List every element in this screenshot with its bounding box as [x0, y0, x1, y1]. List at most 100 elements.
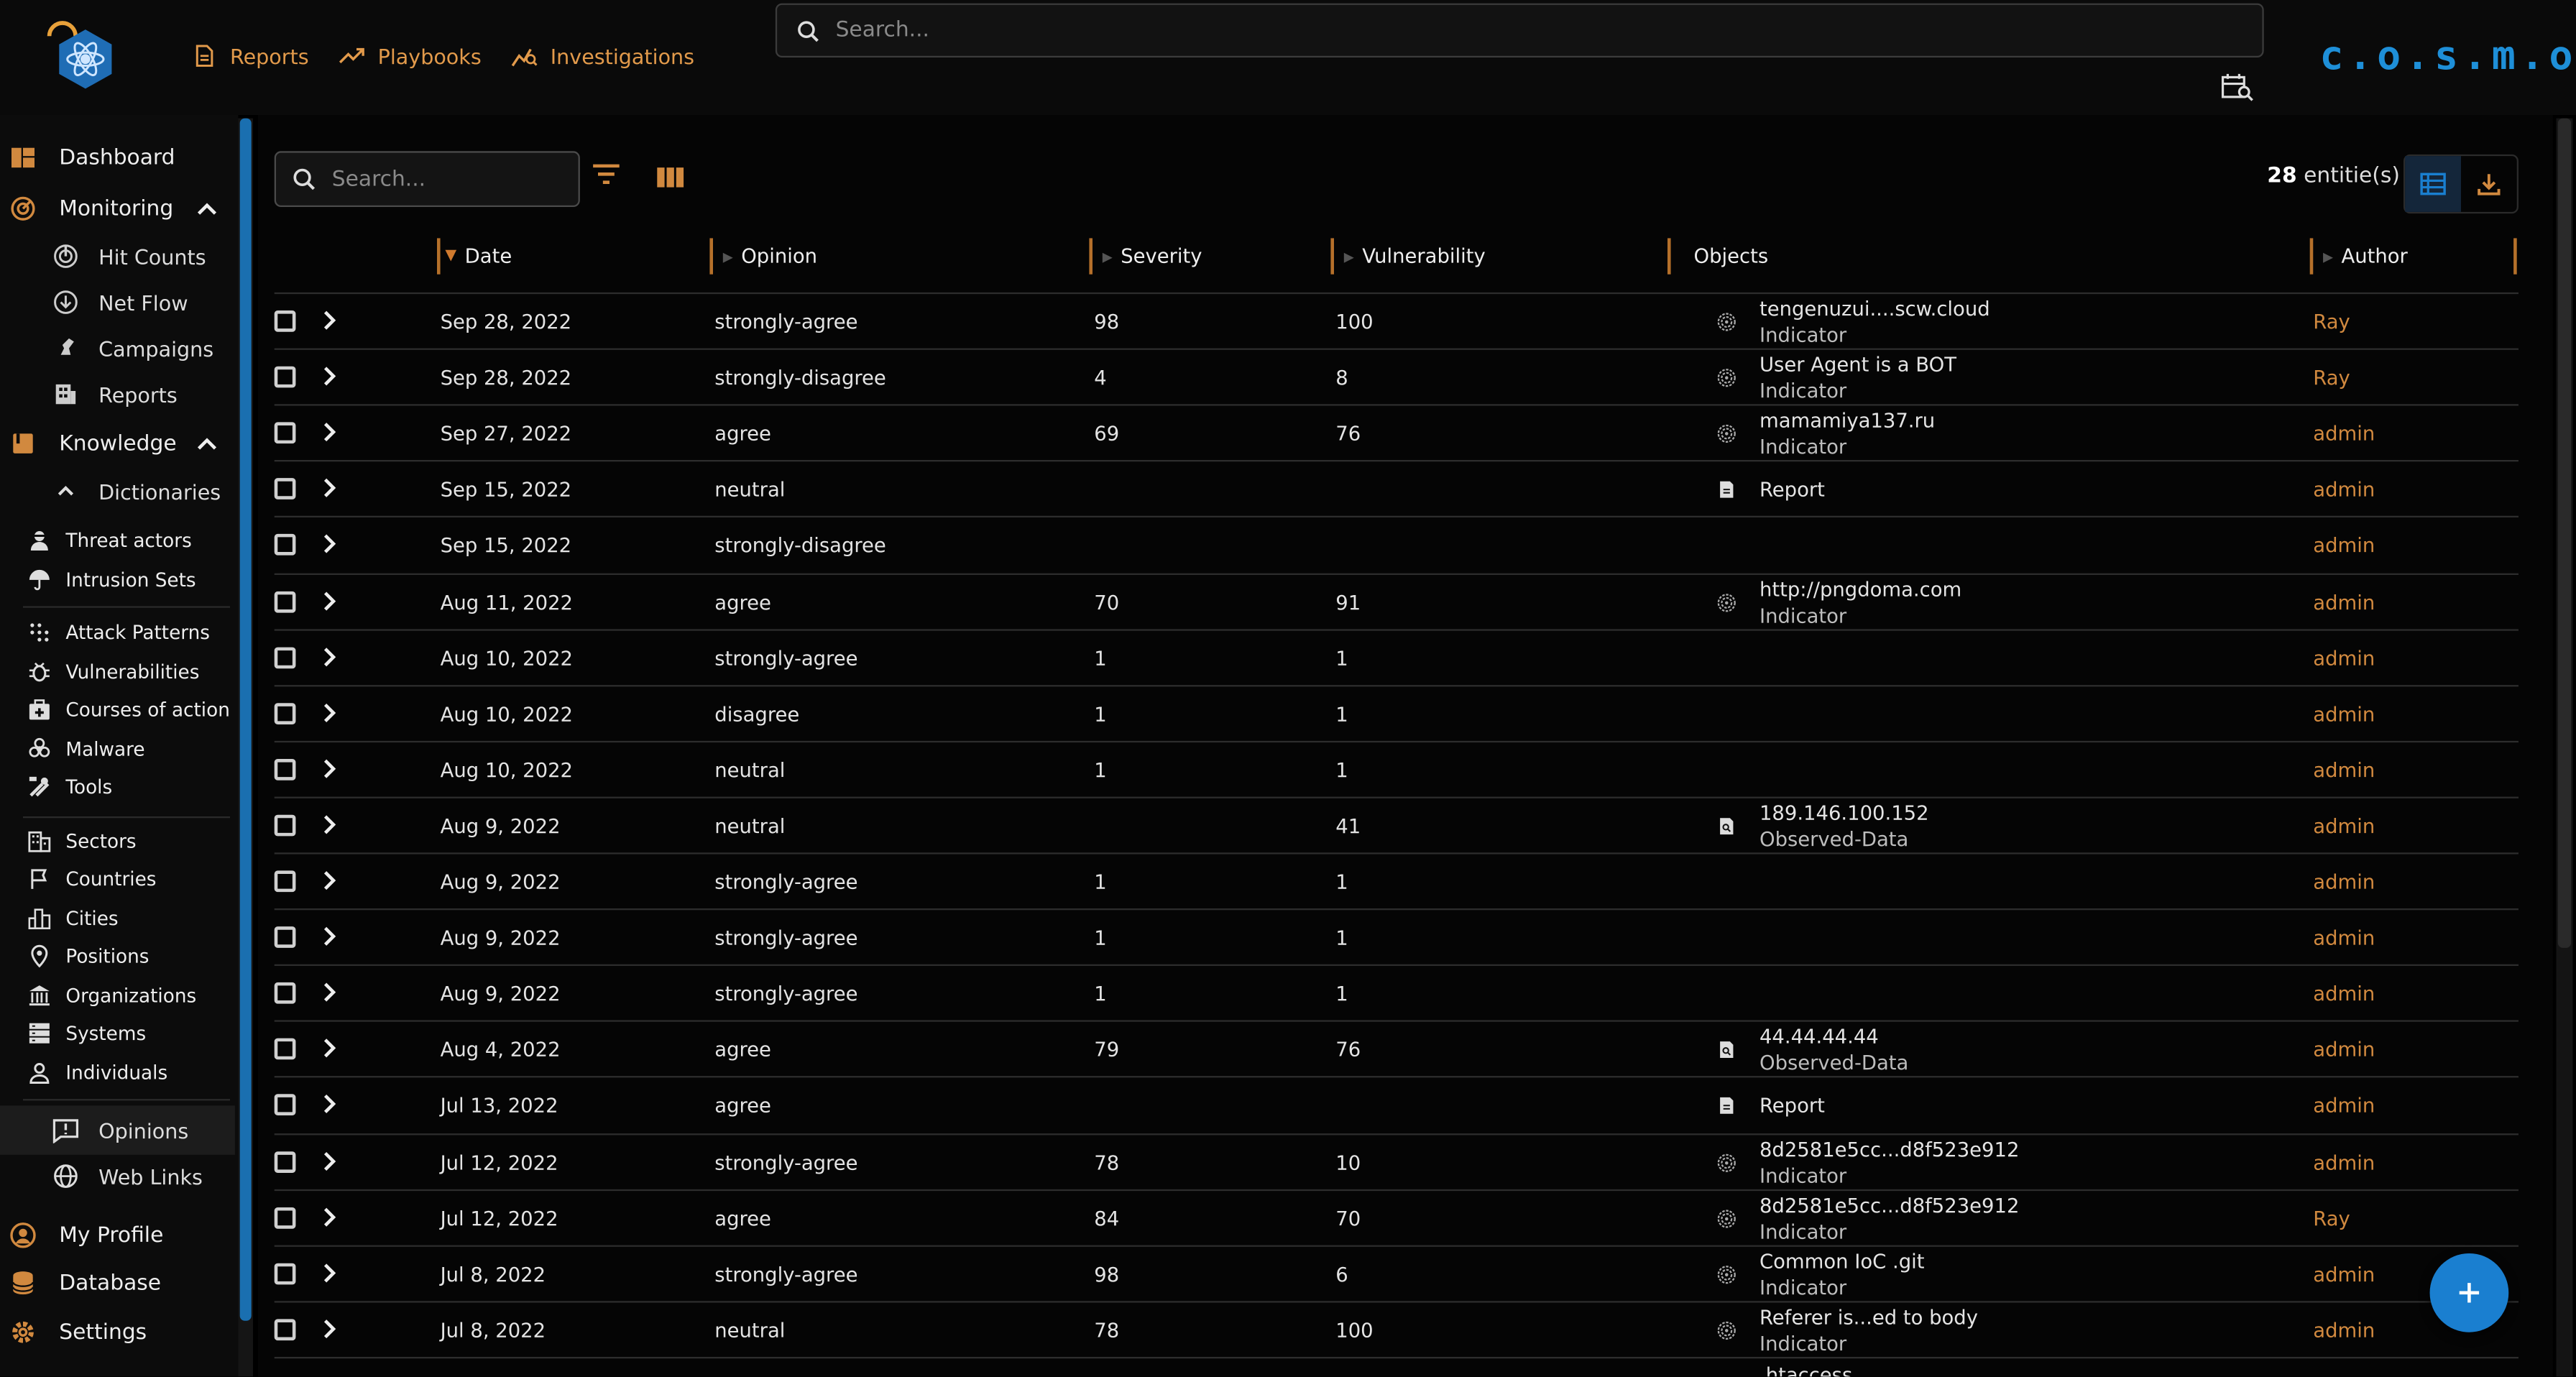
sidebar-item-opinions[interactable]: Opinions	[52, 1117, 188, 1143]
row-checkbox[interactable]	[274, 870, 296, 893]
author-cell[interactable]: admin	[2313, 1078, 2375, 1134]
author-cell[interactable]: admin	[2313, 1302, 2375, 1358]
object-link[interactable]: .htaccess	[1717, 1358, 1852, 1377]
table-row[interactable]: Aug 10, 2022 disagree 1 1 admin	[263, 686, 2518, 742]
sidebar-item-net-flow[interactable]: Net Flow	[52, 289, 188, 316]
table-row[interactable]: Sep 27, 2022 agree 69 76 mamamiya137.ru Indic…	[263, 406, 2518, 462]
author-cell[interactable]: admin	[2313, 1022, 2375, 1078]
chevron-right-icon[interactable]	[322, 477, 339, 500]
row-checkbox[interactable]	[274, 758, 296, 780]
table-row[interactable]: Jul 12, 2022 strongly-agree 78 10 8d2581e5cc…	[263, 1134, 2518, 1190]
row-checkbox[interactable]	[274, 702, 296, 724]
chevron-right-icon[interactable]	[322, 533, 339, 556]
sidebar-scrollbar-thumb[interactable]	[239, 118, 252, 1321]
author-cell[interactable]: admin	[2313, 966, 2375, 1022]
main-scrollbar[interactable]	[2556, 118, 2573, 1377]
chevron-right-icon[interactable]	[322, 813, 339, 836]
object-link[interactable]: Report	[1717, 1078, 1825, 1134]
list-view-button[interactable]	[2405, 156, 2461, 212]
chevron-right-icon[interactable]	[322, 757, 339, 780]
object-link[interactable]: Common IoC .git Indicator	[1717, 1246, 1924, 1302]
column-header-vulnerability[interactable]: ▶ Vulnerability	[1330, 238, 1659, 275]
table-row[interactable]: Jul 12, 2022 agree 84 70 8d2581e5cc...d8f523…	[263, 1190, 2518, 1246]
create-opinion-button[interactable]	[2429, 1253, 2509, 1332]
chevron-right-icon[interactable]	[322, 1149, 339, 1172]
main-scrollbar-thumb[interactable]	[2557, 118, 2572, 948]
author-cell[interactable]: admin	[2313, 1134, 2375, 1190]
entity-search-input[interactable]	[331, 166, 546, 192]
author-cell[interactable]: Ray	[2313, 1190, 2350, 1246]
column-header-severity[interactable]: ▶ Severity	[1089, 238, 1319, 275]
sidebar-item-intrusion-sets[interactable]: Intrusion Sets	[27, 567, 196, 594]
sidebar-item-vulnerabilities[interactable]: Vulnerabilities	[27, 659, 200, 686]
row-checkbox[interactable]	[274, 926, 296, 949]
row-checkbox[interactable]	[274, 1262, 296, 1284]
sidebar-item-attack-patterns[interactable]: Attack Patterns	[27, 620, 210, 646]
chevron-right-icon[interactable]	[322, 701, 339, 724]
object-link[interactable]: 189.146.100.152 Observed-Data	[1717, 798, 1929, 855]
row-checkbox[interactable]	[274, 422, 296, 444]
table-row[interactable]: Sep 28, 2022 strongly-agree 98 100 tengenuzu…	[263, 294, 2518, 350]
table-row[interactable]: Aug 9, 2022 strongly-agree 1 1 admin	[263, 910, 2518, 966]
sidebar-item-individuals[interactable]: Individuals	[27, 1059, 167, 1086]
object-link[interactable]: User Agent is a BOT Indicator	[1717, 350, 1956, 406]
object-link[interactable]: tengenuzui....scw.cloud Indicator	[1717, 294, 1990, 350]
author-cell[interactable]: admin	[2313, 462, 2375, 518]
sidebar-item-dashboard[interactable]: Dashboard	[10, 144, 175, 171]
sidebar-item-positions[interactable]: Positions	[27, 943, 150, 970]
sidebar-item-dictionaries[interactable]: Dictionaries	[52, 478, 221, 505]
object-link[interactable]: mamamiya137.ru Indicator	[1717, 406, 1935, 462]
row-checkbox[interactable]	[274, 814, 296, 837]
chevron-right-icon[interactable]	[322, 421, 339, 444]
table-row[interactable]: Aug 9, 2022 strongly-agree 1 1 admin	[263, 855, 2518, 911]
sidebar-item-knowledge[interactable]: Knowledge	[10, 430, 177, 457]
author-cell[interactable]: admin	[2313, 686, 2375, 742]
chevron-right-icon[interactable]	[322, 1261, 339, 1284]
sidebar-item-web-links[interactable]: Web Links	[52, 1163, 203, 1189]
filter-icon[interactable]	[592, 162, 621, 185]
sidebar-item-my-profile[interactable]: My Profile	[10, 1222, 163, 1249]
object-link[interactable]: Report	[1717, 462, 1825, 518]
object-link[interactable]: 44.44.44.44 Observed-Data	[1717, 1022, 1908, 1078]
table-row[interactable]: .htaccess	[263, 1358, 2518, 1377]
author-cell[interactable]: admin	[2313, 518, 2375, 574]
chevron-right-icon[interactable]	[322, 925, 339, 948]
nav-playbooks[interactable]: Playbooks	[339, 42, 482, 69]
sidebar-item-monitoring[interactable]: Monitoring	[10, 195, 173, 222]
chevron-right-icon[interactable]	[322, 645, 339, 668]
table-row[interactable]: Aug 10, 2022 neutral 1 1 admin	[263, 742, 2518, 798]
author-cell[interactable]: admin	[2313, 630, 2375, 686]
sidebar-item-settings[interactable]: Settings	[10, 1319, 147, 1345]
app-logo[interactable]	[46, 17, 125, 96]
chevron-right-icon[interactable]	[322, 869, 339, 892]
sidebar-item-sectors[interactable]: Sectors	[27, 828, 137, 855]
row-checkbox[interactable]	[274, 534, 296, 556]
object-link[interactable]: 8d2581e5cc...d8f523e912 Indicator	[1717, 1190, 2019, 1246]
table-row[interactable]: Jul 8, 2022 neutral 78 100 Referer is...ed t…	[263, 1302, 2518, 1358]
sidebar-item-reports[interactable]: Reports	[52, 381, 178, 407]
table-row[interactable]: Sep 15, 2022 strongly-disagree admin	[263, 518, 2518, 574]
chevron-right-icon[interactable]	[322, 365, 339, 388]
column-header-date[interactable]: ▼ Date	[436, 238, 700, 275]
row-checkbox[interactable]	[274, 1095, 296, 1116]
column-header-author[interactable]: ▶ Author	[2309, 238, 2517, 275]
sidebar-item-tools[interactable]: Tools	[27, 774, 113, 801]
chevron-right-icon[interactable]	[322, 589, 339, 612]
row-checkbox[interactable]	[274, 310, 296, 332]
sidebar-item-systems[interactable]: Systems	[27, 1020, 147, 1046]
author-cell[interactable]: Ray	[2313, 350, 2350, 406]
sidebar-item-database[interactable]: Database	[10, 1270, 161, 1297]
table-row[interactable]: Aug 11, 2022 agree 70 91 http://pngdoma.com I…	[263, 574, 2518, 630]
sidebar-item-countries[interactable]: Countries	[27, 866, 157, 893]
object-link[interactable]: Referer is...ed to body Indicator	[1717, 1302, 1978, 1358]
table-row[interactable]: Jul 13, 2022 agree Report admin	[263, 1078, 2518, 1134]
author-cell[interactable]: Ray	[2313, 294, 2350, 350]
global-search-input[interactable]	[835, 18, 2263, 43]
sidebar-item-campaigns[interactable]: Campaigns	[52, 335, 213, 361]
table-row[interactable]: Aug 4, 2022 agree 79 76 44.44.44.44 Observed-…	[263, 1022, 2518, 1078]
row-checkbox[interactable]	[274, 590, 296, 612]
row-checkbox[interactable]	[274, 1207, 296, 1228]
table-row[interactable]: Aug 9, 2022 neutral 41 189.146.100.152 Obser…	[263, 798, 2518, 855]
sidebar-scrollbar[interactable]	[238, 118, 253, 1377]
author-cell[interactable]: admin	[2313, 1246, 2375, 1302]
